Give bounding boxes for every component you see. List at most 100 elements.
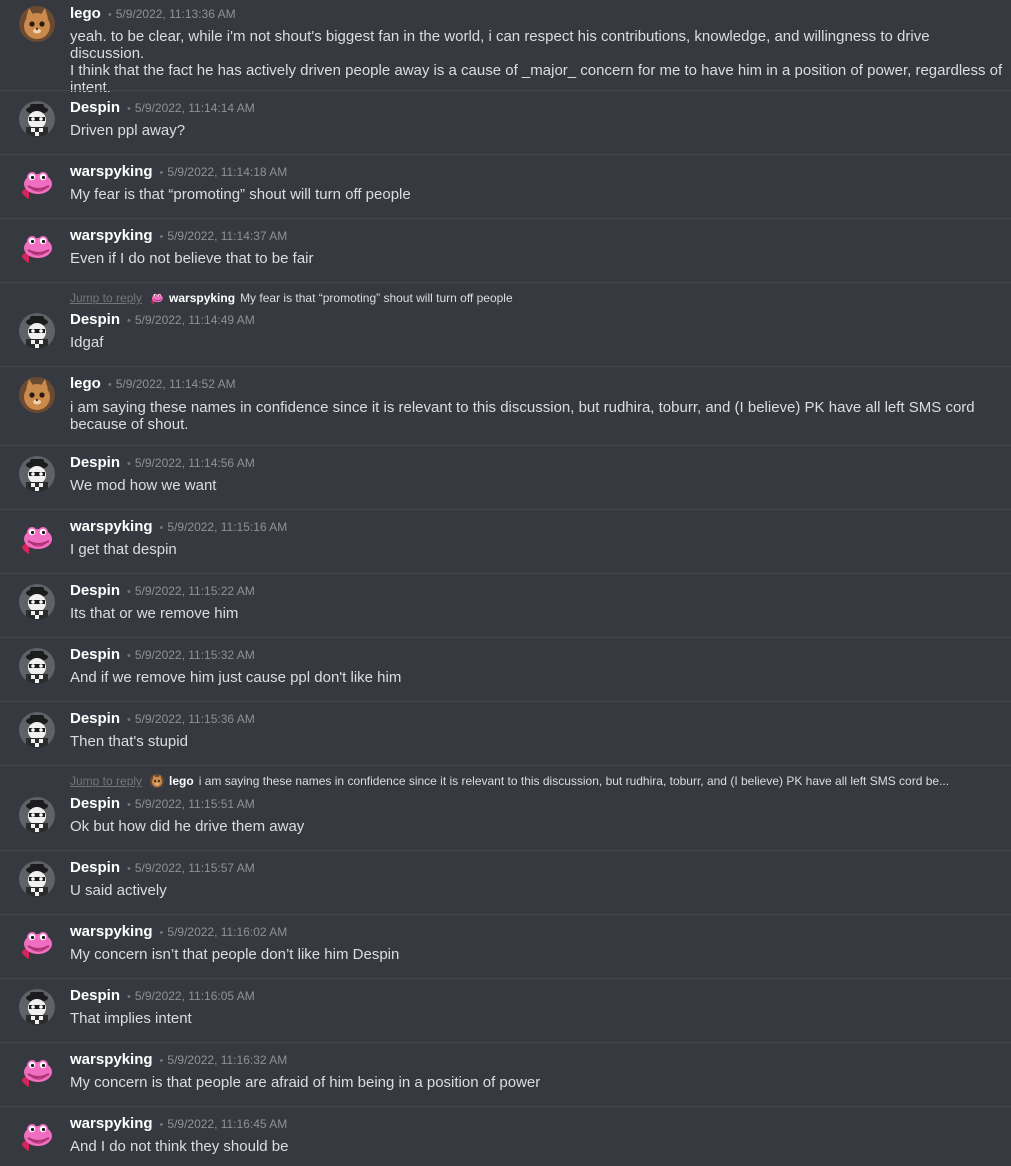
reply-excerpt[interactable]: i am saying these names in confidence si… (199, 774, 949, 788)
pink-frog-mini-avatar (150, 291, 165, 305)
message-text: yeah. to be clear, while i'm not shout's… (70, 28, 1003, 96)
reply-username[interactable]: lego (169, 774, 194, 788)
pink-frog-avatar[interactable] (19, 165, 55, 201)
username[interactable]: lego (70, 5, 101, 22)
message-text: Idgaf (70, 334, 104, 351)
masked-skull-avatar[interactable] (19, 712, 55, 748)
reply-excerpt[interactable]: My fear is that “promoting” shout will t… (240, 291, 513, 305)
message: Despin • 5/9/2022, 11:15:57 AM U said activ… (0, 850, 1011, 914)
message: lego • 5/9/2022, 11:13:36 AM yeah. to be cl… (0, 0, 1011, 96)
message: warspyking • 5/9/2022, 11:16:02 AM My conce… (0, 914, 1011, 978)
timestamp[interactable]: 5/9/2022, 11:16:05 AM (135, 989, 255, 1003)
separator-dot: • (159, 167, 164, 179)
message-header: Despin • 5/9/2022, 11:14:49 AM (70, 311, 255, 331)
separator-dot: • (127, 315, 131, 327)
message-header: Despin • 5/9/2022, 11:14:14 AM (70, 99, 255, 119)
masked-skull-avatar[interactable] (19, 797, 55, 833)
timestamp[interactable]: 5/9/2022, 11:16:32 AM (167, 1053, 287, 1067)
username[interactable]: Despin (70, 795, 120, 812)
separator-dot: • (127, 863, 131, 875)
message-text: i am saying these names in confidence si… (70, 399, 975, 433)
message: Despin • 5/9/2022, 11:15:22 AM Its that or … (0, 573, 1011, 637)
username[interactable]: warspyking (70, 1115, 153, 1132)
username[interactable]: Despin (70, 859, 120, 876)
timestamp[interactable]: 5/9/2022, 11:14:56 AM (135, 456, 255, 470)
masked-skull-avatar[interactable] (19, 313, 55, 349)
username[interactable]: warspyking (70, 227, 153, 244)
username[interactable]: Despin (70, 582, 120, 599)
jump-to-reply-link[interactable]: Jump to reply (70, 774, 142, 788)
reply-preview: Jump to reply warspyking My fear is that … (70, 290, 513, 306)
message-text: That implies intent (70, 1010, 192, 1027)
separator-dot: • (159, 231, 164, 243)
message-header: warspyking • 5/9/2022, 11:16:32 AM (70, 1051, 287, 1071)
timestamp[interactable]: 5/9/2022, 11:14:37 AM (167, 229, 287, 243)
username[interactable]: Despin (70, 710, 120, 727)
message-header: Despin • 5/9/2022, 11:16:05 AM (70, 987, 255, 1007)
message-text: Its that or we remove him (70, 605, 239, 622)
username[interactable]: Despin (70, 987, 120, 1004)
message-header: lego • 5/9/2022, 11:14:52 AM (70, 375, 236, 395)
masked-skull-avatar[interactable] (19, 648, 55, 684)
message-text: Even if I do not believe that to be fair (70, 250, 314, 267)
separator-dot: • (159, 522, 164, 534)
cat-avatar[interactable] (19, 6, 55, 42)
pink-frog-avatar[interactable] (19, 925, 55, 961)
reply-username[interactable]: warspyking (169, 291, 235, 305)
message: warspyking • 5/9/2022, 11:16:45 AM And I do… (0, 1106, 1011, 1166)
message-text: Then that's stupid (70, 733, 188, 750)
timestamp[interactable]: 5/9/2022, 11:15:32 AM (135, 648, 255, 662)
message-header: Despin • 5/9/2022, 11:15:36 AM (70, 710, 255, 730)
timestamp[interactable]: 5/9/2022, 11:15:16 AM (167, 520, 287, 534)
username[interactable]: Despin (70, 454, 120, 471)
message-header: Despin • 5/9/2022, 11:15:51 AM (70, 795, 255, 815)
masked-skull-avatar[interactable] (19, 101, 55, 137)
separator-dot: • (127, 799, 131, 811)
masked-skull-avatar[interactable] (19, 584, 55, 620)
timestamp[interactable]: 5/9/2022, 11:15:22 AM (135, 584, 255, 598)
timestamp[interactable]: 5/9/2022, 11:16:02 AM (167, 925, 287, 939)
username[interactable]: warspyking (70, 518, 153, 535)
username[interactable]: warspyking (70, 1051, 153, 1068)
username[interactable]: warspyking (70, 923, 153, 940)
username[interactable]: Despin (70, 99, 120, 116)
message-header: warspyking • 5/9/2022, 11:16:02 AM (70, 923, 287, 943)
timestamp[interactable]: 5/9/2022, 11:15:36 AM (135, 712, 255, 726)
message-text: And if we remove him just cause ppl don'… (70, 669, 402, 686)
timestamp[interactable]: 5/9/2022, 11:16:45 AM (167, 1117, 287, 1131)
timestamp[interactable]: 5/9/2022, 11:14:14 AM (135, 101, 255, 115)
message-text: I get that despin (70, 541, 177, 558)
timestamp[interactable]: 5/9/2022, 11:14:52 AM (116, 377, 236, 391)
message: Despin • 5/9/2022, 11:14:56 AM We mod how w… (0, 445, 1011, 509)
pink-frog-avatar[interactable] (19, 1117, 55, 1153)
message-header: warspyking • 5/9/2022, 11:15:16 AM (70, 518, 287, 538)
reply-preview: Jump to reply lego i am saying these name… (70, 773, 949, 789)
message-header: warspyking • 5/9/2022, 11:16:45 AM (70, 1115, 287, 1135)
timestamp[interactable]: 5/9/2022, 11:13:36 AM (116, 7, 236, 21)
username[interactable]: warspyking (70, 163, 153, 180)
jump-to-reply-link[interactable]: Jump to reply (70, 291, 142, 305)
separator-dot: • (127, 458, 131, 470)
message-header: warspyking • 5/9/2022, 11:14:37 AM (70, 227, 287, 247)
message-header: Despin • 5/9/2022, 11:15:32 AM (70, 646, 255, 666)
pink-frog-avatar[interactable] (19, 520, 55, 556)
username[interactable]: Despin (70, 646, 120, 663)
message: lego • 5/9/2022, 11:14:52 AM i am saying th… (0, 366, 1011, 445)
separator-dot: • (159, 1055, 164, 1067)
cat-avatar[interactable] (19, 377, 55, 413)
pink-frog-avatar[interactable] (19, 1053, 55, 1089)
pink-frog-avatar[interactable] (19, 229, 55, 265)
masked-skull-avatar[interactable] (19, 989, 55, 1025)
masked-skull-avatar[interactable] (19, 861, 55, 897)
timestamp[interactable]: 5/9/2022, 11:15:57 AM (135, 861, 255, 875)
username[interactable]: Despin (70, 311, 120, 328)
message: Despin • 5/9/2022, 11:15:32 AM And if we re… (0, 637, 1011, 701)
message: Jump to reply warspyking My fear is that … (0, 282, 1011, 366)
timestamp[interactable]: 5/9/2022, 11:14:49 AM (135, 313, 255, 327)
separator-dot: • (127, 650, 131, 662)
timestamp[interactable]: 5/9/2022, 11:14:18 AM (167, 165, 287, 179)
timestamp[interactable]: 5/9/2022, 11:15:51 AM (135, 797, 255, 811)
masked-skull-avatar[interactable] (19, 456, 55, 492)
username[interactable]: lego (70, 375, 101, 392)
message-header: Despin • 5/9/2022, 11:14:56 AM (70, 454, 255, 474)
